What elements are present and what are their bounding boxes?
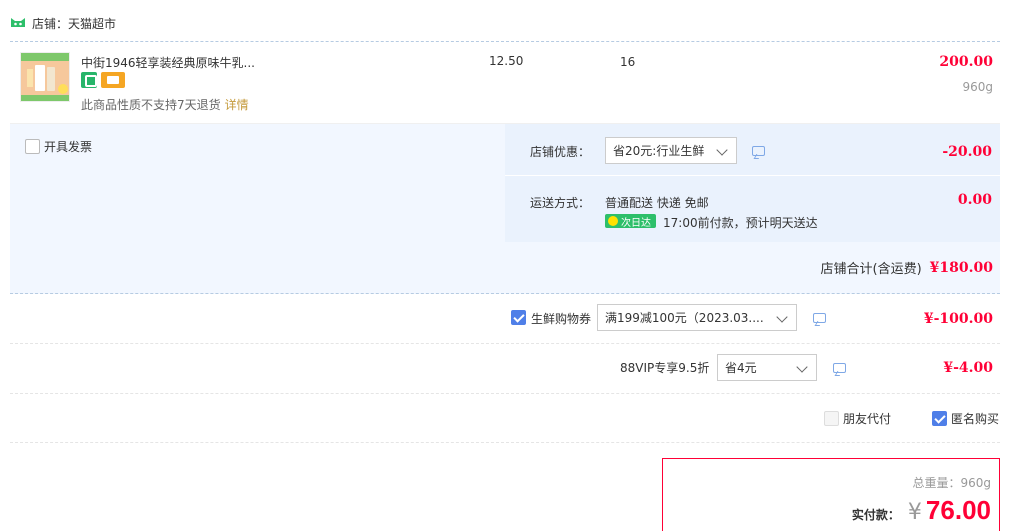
friend-pay-label: 朋友代付 xyxy=(843,412,892,426)
vip-amount: ¥-4.00 xyxy=(943,360,993,376)
cart-item-row: 中街1946轻享装经典原味牛乳... 此商品性质不支持7天退货 详情 12.50 … xyxy=(10,41,1000,124)
payment-summary: 总重量：960g 实付款： ¥ 76.00 xyxy=(662,458,1000,531)
shop-discount-label: 店铺优惠： xyxy=(530,145,591,159)
product-title[interactable]: 中街1946轻享装经典原味牛乳... xyxy=(81,54,255,71)
tmall-cat-icon xyxy=(11,18,25,27)
lightning-icon xyxy=(608,216,618,226)
shipping-label: 运送方式： xyxy=(530,196,591,210)
order-options-panel: 开具发票 店铺优惠： 省20元:行业生鲜 -20.00 运送方式： 普通配送 快… xyxy=(10,124,1000,294)
invoice-label: 开具发票 xyxy=(44,140,93,154)
shop-discount-value: 省20元:行业生鲜 xyxy=(613,144,705,158)
coupon-label: 生鲜购物券 xyxy=(531,312,592,326)
unit-price: 12.50 xyxy=(489,54,524,68)
message-icon[interactable] xyxy=(752,146,765,156)
shop-discount-select[interactable]: 省20元:行业生鲜 xyxy=(605,137,737,164)
product-thumbnail[interactable] xyxy=(20,52,70,102)
quantity: 16 xyxy=(620,55,636,69)
shop-discount-amount: -20.00 xyxy=(942,144,992,160)
card-icon xyxy=(101,72,125,88)
invoice-checkbox[interactable] xyxy=(25,139,40,154)
coupon-select[interactable]: 满199减100元（2023.03.... xyxy=(597,304,797,331)
detail-link[interactable]: 详情 xyxy=(225,98,249,112)
coupon-value: 满199减100元（2023.03.... xyxy=(605,311,764,325)
coupon-checkbox[interactable] xyxy=(511,310,526,325)
actual-payment-label: 实付款： xyxy=(851,508,900,522)
shop-discount-shipping: 店铺优惠： 省20元:行业生鲜 -20.00 运送方式： 普通配送 快递 免邮 … xyxy=(505,124,1000,242)
item-subtotal: 200.00 xyxy=(939,54,993,70)
currency-symbol: ¥ xyxy=(907,500,922,525)
actual-payment: 实付款： ¥ 76.00 xyxy=(852,495,991,526)
service-badges xyxy=(81,72,125,88)
extra-options-row: 朋友代付 匿名购买 xyxy=(10,394,1000,443)
chevron-down-icon xyxy=(716,144,728,156)
return-policy-note: 此商品性质不支持7天退货 详情 xyxy=(81,96,249,113)
chevron-down-icon xyxy=(776,311,788,323)
anonymous-checkbox[interactable] xyxy=(932,411,947,426)
shop-header: 店铺：天猫超市 xyxy=(10,14,116,32)
invoice-option[interactable]: 开具发票 xyxy=(25,138,92,155)
next-day-text: 次日达 xyxy=(621,217,651,229)
shop-total-value: ¥180.00 xyxy=(929,259,993,276)
shop-total: 店铺合计(含运费) ¥180.00 xyxy=(820,258,993,278)
message-icon[interactable] xyxy=(813,313,826,323)
product-image xyxy=(21,53,69,101)
message-icon[interactable] xyxy=(833,363,846,373)
actual-payment-amount: 76.00 xyxy=(925,495,991,525)
friend-pay-checkbox[interactable] xyxy=(824,411,839,426)
return-policy-text: 此商品性质不支持7天退货 xyxy=(81,98,221,112)
shop-name[interactable]: 店铺：天猫超市 xyxy=(32,15,116,32)
anonymous-label: 匿名购买 xyxy=(951,412,1000,426)
total-weight: 总重量：960g xyxy=(912,476,991,490)
shop-discount-row: 店铺优惠： 省20元:行业生鲜 -20.00 xyxy=(505,124,1000,176)
anonymous-option[interactable]: 匿名购买 xyxy=(932,410,999,427)
next-day-badge: 次日达 xyxy=(605,214,656,229)
shipping-method: 普通配送 快递 免邮 xyxy=(605,196,709,210)
guarantee-icon xyxy=(81,72,97,88)
coupon-row: 生鲜购物券 满199减100元（2023.03.... ¥-100.00 xyxy=(10,294,1000,344)
shop-total-label: 店铺合计(含运费) xyxy=(820,262,922,277)
coupon-amount: ¥-100.00 xyxy=(923,311,993,327)
friend-pay-option[interactable]: 朋友代付 xyxy=(824,410,891,427)
shipping-amount: 0.00 xyxy=(957,192,992,208)
shipping-description: 17:00前付款，预计明天送达 xyxy=(663,216,818,230)
vip-value: 省4元 xyxy=(725,361,757,375)
vip-select[interactable]: 省4元 xyxy=(717,354,817,381)
chevron-down-icon xyxy=(796,361,808,373)
vip-label: 88VIP专享9.5折 xyxy=(620,361,710,375)
vip-row: 88VIP专享9.5折 省4元 ¥-4.00 xyxy=(10,344,1000,394)
item-weight: 960g xyxy=(962,80,993,94)
